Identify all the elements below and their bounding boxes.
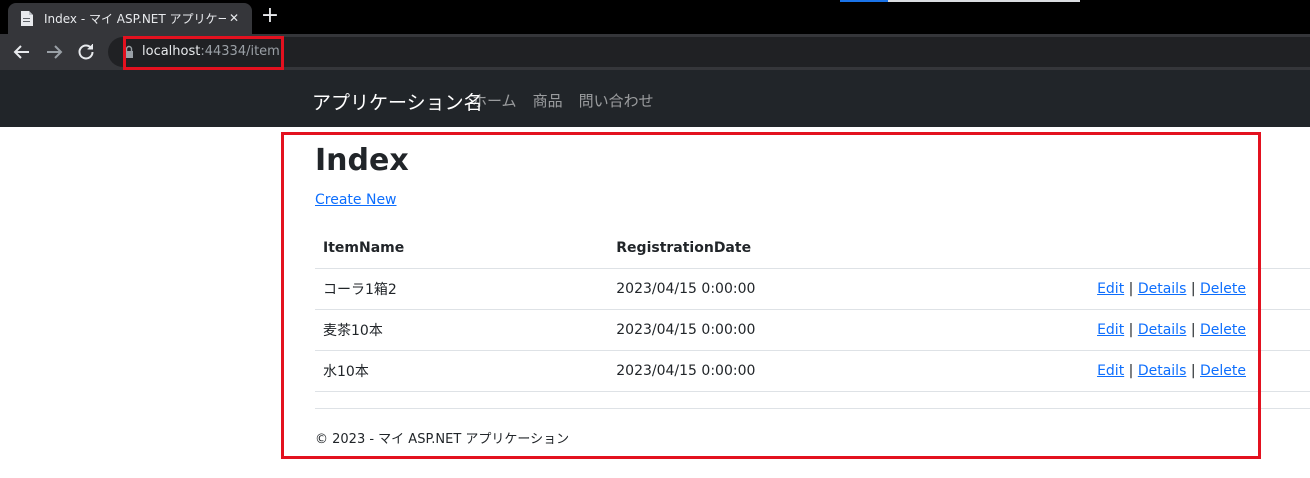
- tab-title: Index - マイ ASP.NET アプリケーション: [44, 12, 226, 26]
- back-button[interactable]: [9, 39, 35, 65]
- new-tab-button[interactable]: +: [259, 5, 281, 27]
- navbar-brand[interactable]: アプリケーション名: [312, 88, 483, 115]
- url-highlight-box: [123, 36, 284, 70]
- content-highlight-box: [281, 132, 1261, 459]
- browser-tab-strip: Index - マイ ASP.NET アプリケーション ✕ +: [0, 0, 1310, 34]
- arrow-left-icon: [13, 45, 29, 59]
- close-tab-icon[interactable]: ✕: [226, 10, 242, 26]
- window-accent-bar-light: [888, 0, 1080, 2]
- document-icon: [21, 11, 33, 26]
- browser-tab[interactable]: Index - マイ ASP.NET アプリケーション ✕: [8, 3, 252, 34]
- reload-icon: [78, 44, 94, 60]
- reload-button[interactable]: [73, 39, 99, 65]
- nav-link-home[interactable]: ホーム: [472, 90, 517, 111]
- forward-button[interactable]: [41, 39, 67, 65]
- app-navbar: アプリケーション名 ホーム 商品 問い合わせ: [0, 70, 1310, 127]
- arrow-right-icon: [47, 45, 63, 59]
- address-bar[interactable]: localhost:44334/item: [108, 37, 1310, 67]
- nav-link-products[interactable]: 商品: [533, 90, 563, 111]
- nav-link-contact[interactable]: 問い合わせ: [579, 90, 654, 111]
- navbar-links: ホーム 商品 問い合わせ: [472, 90, 654, 111]
- window-accent-bar: [840, 0, 888, 2]
